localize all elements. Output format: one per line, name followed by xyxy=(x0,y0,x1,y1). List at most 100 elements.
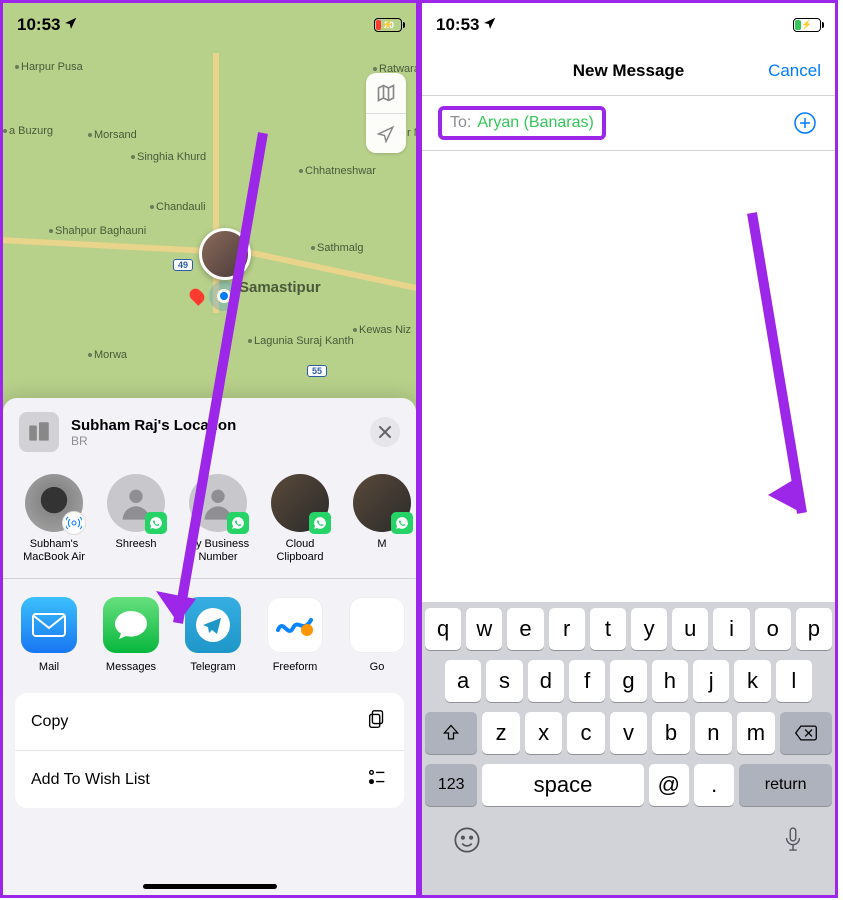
locate-me-button[interactable] xyxy=(366,113,406,153)
map-label[interactable]: Sathmalg xyxy=(311,242,363,254)
road-badge: 49 xyxy=(173,259,193,271)
key-b[interactable]: b xyxy=(652,712,689,754)
compose-title: New Message xyxy=(440,61,817,81)
keyboard-row-3: zxcvbnm xyxy=(425,712,832,754)
key-s[interactable]: s xyxy=(486,660,522,702)
keyboard[interactable]: qwertyuiop asdfghjkl zxcvbnm 123 space @… xyxy=(422,602,835,895)
contact-my-business-number[interactable]: My Business Number xyxy=(183,474,253,564)
app-telegram[interactable]: Telegram xyxy=(183,597,243,673)
key-h[interactable]: h xyxy=(652,660,688,702)
key-q[interactable]: q xyxy=(425,608,461,650)
action-wishlist[interactable]: Add To Wish List xyxy=(15,751,404,808)
app-go[interactable]: Go xyxy=(347,597,407,673)
left-screenshot: Harpur PusaRatwaraa BuzurgMorsandSinghia… xyxy=(0,0,419,898)
key-w[interactable]: w xyxy=(466,608,502,650)
map-label[interactable]: Harpur Pusa xyxy=(15,61,83,73)
status-time: 10:53 xyxy=(17,15,78,35)
status-time: 10:53 xyxy=(436,15,497,35)
app-label: Messages xyxy=(101,661,161,673)
key-j[interactable]: j xyxy=(693,660,729,702)
map-road xyxy=(3,237,223,255)
emoji-key[interactable] xyxy=(453,826,481,861)
key-m[interactable]: m xyxy=(737,712,774,754)
map-label[interactable]: Morwa xyxy=(88,349,127,361)
map-label[interactable]: a Buzurg xyxy=(3,125,53,137)
key-i[interactable]: i xyxy=(713,608,749,650)
contact-name: My Business Number xyxy=(183,538,253,564)
battery-indicator: 21⚡ xyxy=(793,18,821,32)
contact-shreesh[interactable]: Shreesh xyxy=(101,474,171,564)
location-sheet-icon xyxy=(19,412,59,452)
key-z[interactable]: z xyxy=(482,712,519,754)
map-label[interactable]: Chhatneshwar xyxy=(299,165,376,177)
key-k[interactable]: k xyxy=(734,660,770,702)
numbers-key[interactable]: 123 xyxy=(425,764,477,806)
apps-row[interactable]: Mail Messages Telegram Freeform Go xyxy=(3,579,416,683)
map-label[interactable]: Lagunia Suraj Kanth xyxy=(248,335,354,347)
key-l[interactable]: l xyxy=(776,660,812,702)
map-label[interactable]: Morsand xyxy=(88,129,137,141)
sheet-title: Subham Raj's Location xyxy=(71,417,236,434)
app-messages[interactable]: Messages xyxy=(101,597,161,673)
map-label[interactable]: Singhia Khurd xyxy=(131,151,206,163)
actions-list: Copy Add To Wish List xyxy=(15,693,404,808)
sheet-subtitle: BR xyxy=(71,434,236,448)
key-x[interactable]: x xyxy=(525,712,562,754)
shift-key[interactable] xyxy=(425,712,477,754)
home-indicator[interactable] xyxy=(143,884,277,889)
key-u[interactable]: u xyxy=(672,608,708,650)
whatsapp-badge-icon xyxy=(309,512,331,534)
app-freeform[interactable]: Freeform xyxy=(265,597,325,673)
map-label[interactable]: Samastipur xyxy=(233,279,321,296)
contact-avatar xyxy=(271,474,329,532)
contact-cloud-clipboard[interactable]: Cloud Clipboard xyxy=(265,474,335,564)
key-o[interactable]: o xyxy=(755,608,791,650)
at-key[interactable]: @ xyxy=(649,764,689,806)
key-r[interactable]: r xyxy=(549,608,585,650)
key-y[interactable]: y xyxy=(631,608,667,650)
user-location-pin[interactable] xyxy=(199,228,251,280)
cancel-button[interactable]: Cancel xyxy=(768,61,821,81)
red-pin[interactable] xyxy=(187,286,207,306)
contact-avatar xyxy=(107,474,165,532)
recipient-value: Aryan (Banaras) xyxy=(477,114,594,132)
status-bar: 10:53 21⚡ xyxy=(422,3,835,47)
key-d[interactable]: d xyxy=(528,660,564,702)
app-messages-icon xyxy=(103,597,159,653)
app-label: Freeform xyxy=(265,661,325,673)
app-mail[interactable]: Mail xyxy=(19,597,79,673)
recipient-row[interactable]: To: Aryan (Banaras) xyxy=(422,96,835,151)
add-recipient-button[interactable] xyxy=(791,109,819,137)
map-mode-button[interactable] xyxy=(366,73,406,113)
current-location-dot[interactable] xyxy=(217,289,231,303)
dot-key[interactable]: . xyxy=(694,764,734,806)
airdrop-badge-icon xyxy=(63,512,85,534)
contact-subham-s-macbook-air[interactable]: Subham's MacBook Air xyxy=(19,474,89,564)
action-copy[interactable]: Copy xyxy=(15,693,404,751)
key-e[interactable]: e xyxy=(507,608,543,650)
road-badge: 55 xyxy=(307,365,327,377)
key-p[interactable]: p xyxy=(796,608,832,650)
key-c[interactable]: c xyxy=(567,712,604,754)
return-key[interactable]: return xyxy=(739,764,832,806)
dictation-key[interactable] xyxy=(782,826,804,861)
app-mail-icon xyxy=(21,597,77,653)
key-f[interactable]: f xyxy=(569,660,605,702)
key-v[interactable]: v xyxy=(610,712,647,754)
contact-m[interactable]: M xyxy=(347,474,416,564)
close-button[interactable] xyxy=(370,417,400,447)
backspace-key[interactable] xyxy=(780,712,832,754)
key-a[interactable]: a xyxy=(445,660,481,702)
map-label[interactable]: Chandauli xyxy=(150,201,206,213)
contact-avatar xyxy=(25,474,83,532)
app-google-icon xyxy=(349,597,405,653)
key-g[interactable]: g xyxy=(610,660,646,702)
space-key[interactable]: space xyxy=(482,764,643,806)
key-n[interactable]: n xyxy=(695,712,732,754)
map-label[interactable]: Kewas Niz xyxy=(353,324,411,336)
app-label: Go xyxy=(347,661,407,673)
map-label[interactable]: Shahpur Baghauni xyxy=(49,225,146,237)
copy-icon xyxy=(366,708,388,735)
contacts-row[interactable]: Subham's MacBook AirShreesh My Business N… xyxy=(3,466,416,579)
key-t[interactable]: t xyxy=(590,608,626,650)
